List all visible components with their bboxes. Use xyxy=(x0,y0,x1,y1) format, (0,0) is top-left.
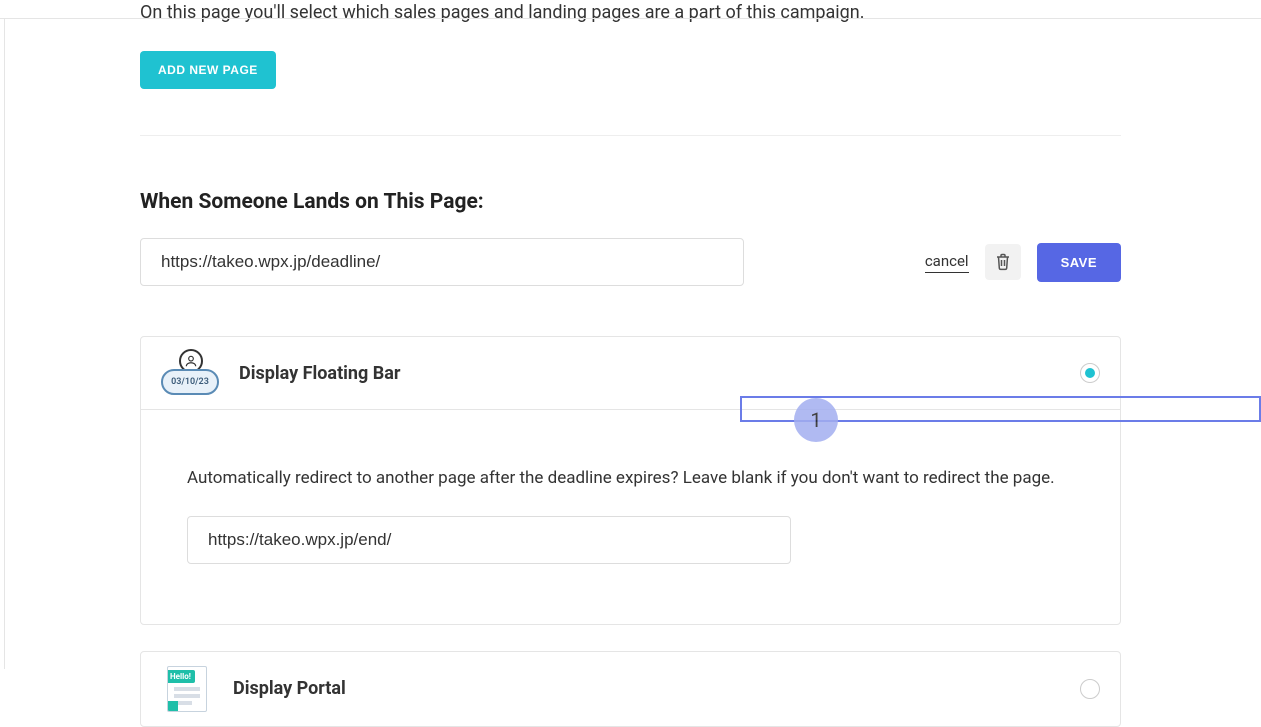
floating-bar-header[interactable]: 03/10/23 Display Floating Bar xyxy=(141,337,1120,410)
floating-bar-radio[interactable] xyxy=(1080,363,1100,383)
page-url-row: cancel SAVE xyxy=(140,238,1121,286)
floating-bar-card: 03/10/23 Display Floating Bar Automatica… xyxy=(140,336,1121,625)
delete-button[interactable] xyxy=(985,244,1021,280)
add-new-page-button[interactable]: ADD NEW PAGE xyxy=(140,51,276,89)
intro-text: On this page you'll select which sales p… xyxy=(140,0,1121,25)
portal-card: Hello! Display Portal xyxy=(140,651,1121,727)
redirect-url-input[interactable] xyxy=(187,516,791,564)
floating-bar-date: 03/10/23 xyxy=(161,369,219,395)
cancel-link[interactable]: cancel xyxy=(925,252,969,273)
page-url-input[interactable] xyxy=(140,238,744,286)
section-divider xyxy=(140,135,1121,136)
floating-bar-title: Display Floating Bar xyxy=(239,363,400,384)
portal-bubble-text: Hello! xyxy=(167,670,195,683)
floating-bar-icon: 03/10/23 xyxy=(161,351,219,395)
redirect-description: Automatically redirect to another page a… xyxy=(187,466,1074,492)
floating-bar-body: Automatically redirect to another page a… xyxy=(141,410,1120,624)
left-divider xyxy=(4,18,5,669)
section-heading: When Someone Lands on This Page: xyxy=(140,190,1121,214)
portal-icon: Hello! xyxy=(167,666,213,712)
save-button[interactable]: SAVE xyxy=(1037,243,1121,282)
top-divider xyxy=(0,18,1261,19)
portal-header[interactable]: Hello! Display Portal xyxy=(141,652,1120,726)
portal-radio[interactable] xyxy=(1080,679,1100,699)
trash-icon xyxy=(995,253,1011,271)
portal-title: Display Portal xyxy=(233,678,346,699)
